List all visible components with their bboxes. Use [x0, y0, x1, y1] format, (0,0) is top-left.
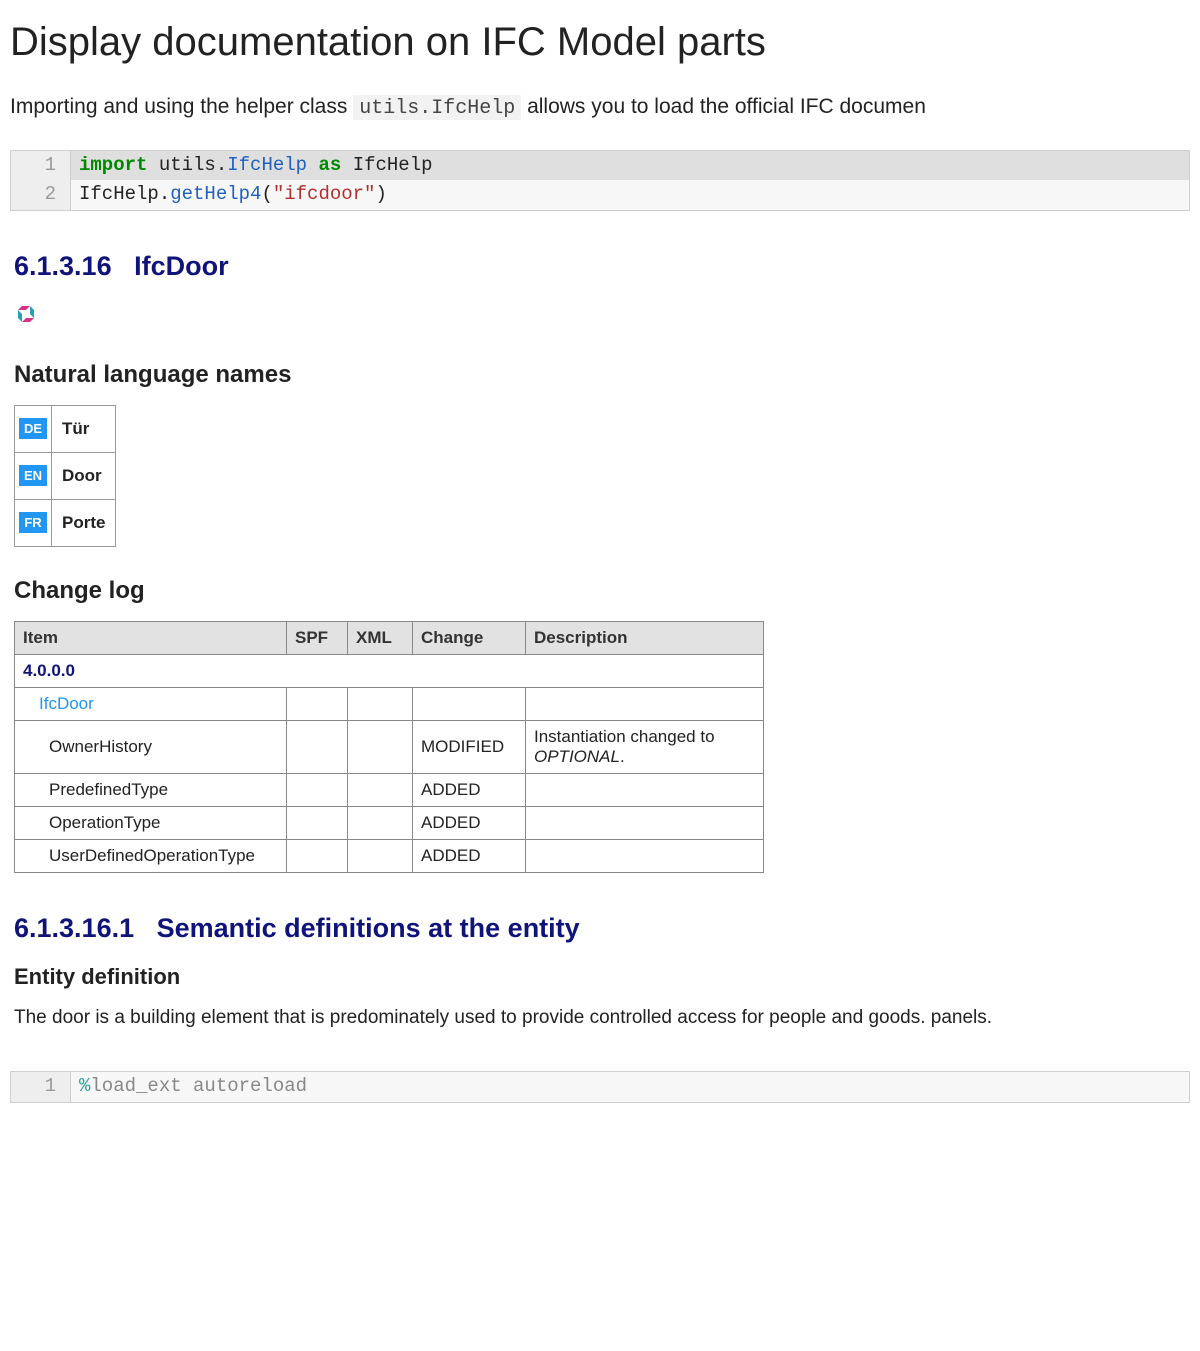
intro-prefix: Importing and using the helper class — [10, 95, 353, 118]
xml-cell — [348, 839, 413, 872]
desc-cell — [526, 839, 764, 872]
lang-badge-fr: FR — [19, 512, 47, 533]
section-number: 6.1.3.16.1 — [14, 913, 134, 943]
lang-badge-de: DE — [19, 418, 47, 439]
table-row: EN Door — [15, 452, 116, 499]
spf-cell — [287, 687, 348, 720]
desc-text: Instantiation changed to — [534, 727, 715, 746]
intro-paragraph: Importing and using the helper class uti… — [10, 95, 1190, 120]
spf-cell — [287, 773, 348, 806]
token-plain: IfcHelp — [353, 154, 433, 176]
xml-cell — [348, 687, 413, 720]
token-plain: IfcHelp. — [79, 183, 170, 205]
section-number: 6.1.3.16 — [14, 251, 112, 281]
table-row: OwnerHistory MODIFIED Instantiation chan… — [15, 720, 764, 773]
lang-name-cell: Porte — [52, 499, 116, 546]
lang-badge-en: EN — [19, 465, 47, 486]
token-function: getHelp4 — [170, 183, 261, 205]
lang-code-cell: FR — [15, 499, 52, 546]
table-row: UserDefinedOperationType ADDED — [15, 839, 764, 872]
section-name: IfcDoor — [134, 251, 229, 281]
col-change: Change — [413, 621, 526, 654]
change-cell: MODIFIED — [413, 720, 526, 773]
code-line: IfcHelp.getHelp4("ifcdoor") — [71, 180, 387, 209]
lang-name-cell: Door — [52, 452, 116, 499]
token-string: "ifcdoor" — [273, 183, 376, 205]
lang-name-cell: Tür — [52, 405, 116, 452]
language-table: DE Tür EN Door FR Porte — [14, 405, 116, 547]
version-cell: 4.0.0.0 — [15, 654, 764, 687]
semantic-section-heading: 6.1.3.16.1 Semantic definitions at the e… — [14, 913, 1190, 944]
change-cell — [413, 687, 526, 720]
code-line: %load_ext autoreload — [71, 1072, 307, 1101]
code-line: import utils.IfcHelp as IfcHelp — [71, 151, 433, 180]
spf-cell — [287, 720, 348, 773]
page-title: Display documentation on IFC Model parts — [10, 20, 1190, 65]
token-plain: utils. — [159, 154, 227, 176]
col-description: Description — [526, 621, 764, 654]
change-log-heading: Change log — [14, 577, 1190, 605]
desc-text: . — [620, 747, 625, 766]
entity-link-icon[interactable] — [14, 302, 38, 326]
doc-output: 6.1.3.16 IfcDoor Natural language names … — [10, 251, 1190, 1032]
change-cell: ADDED — [413, 839, 526, 872]
table-row: PredefinedType ADDED — [15, 773, 764, 806]
token-keyword: import — [79, 154, 147, 176]
spf-cell — [287, 806, 348, 839]
table-row: FR Porte — [15, 499, 116, 546]
xml-cell — [348, 773, 413, 806]
item-cell: OperationType — [15, 806, 287, 839]
col-item: Item — [15, 621, 287, 654]
code-cell-1[interactable]: 1 import utils.IfcHelp as IfcHelp 2 IfcH… — [10, 150, 1190, 211]
line-number: 1 — [11, 1072, 71, 1101]
lang-code-cell: DE — [15, 405, 52, 452]
token-magic: % — [79, 1075, 90, 1097]
xml-cell — [348, 720, 413, 773]
entity-definition-body: The door is a building element that is p… — [14, 1004, 1190, 1032]
desc-cell — [526, 773, 764, 806]
desc-cell — [526, 806, 764, 839]
natural-language-heading: Natural language names — [14, 361, 1190, 389]
xml-cell — [348, 806, 413, 839]
item-cell: OwnerHistory — [15, 720, 287, 773]
lang-code-cell: EN — [15, 452, 52, 499]
token-keyword: as — [318, 154, 341, 176]
table-row: DE Tür — [15, 405, 116, 452]
token-plain: ( — [261, 183, 272, 205]
intro-suffix: allows you to load the official IFC docu… — [521, 95, 926, 118]
intro-code: utils.IfcHelp — [353, 95, 521, 120]
table-header-row: Item SPF XML Change Description — [15, 621, 764, 654]
line-number: 1 — [11, 151, 71, 180]
desc-cell — [526, 687, 764, 720]
item-cell[interactable]: IfcDoor — [15, 687, 287, 720]
col-spf: SPF — [287, 621, 348, 654]
change-cell: ADDED — [413, 806, 526, 839]
token-plain: load_ext autoreload — [90, 1075, 307, 1097]
section-name: Semantic definitions at the entity — [157, 913, 580, 943]
section-heading: 6.1.3.16 IfcDoor — [14, 251, 1190, 282]
entity-definition-heading: Entity definition — [14, 964, 1190, 990]
table-row: 4.0.0.0 — [15, 654, 764, 687]
col-xml: XML — [348, 621, 413, 654]
table-row: IfcDoor — [15, 687, 764, 720]
item-cell: PredefinedType — [15, 773, 287, 806]
change-cell: ADDED — [413, 773, 526, 806]
line-number: 2 — [11, 180, 71, 209]
token-class: IfcHelp — [227, 154, 307, 176]
change-log-table: Item SPF XML Change Description 4.0.0.0 … — [14, 621, 764, 873]
spf-cell — [287, 839, 348, 872]
desc-cell: Instantiation changed to OPTIONAL. — [526, 720, 764, 773]
desc-emphasis: OPTIONAL — [534, 747, 620, 766]
token-plain: ) — [375, 183, 386, 205]
table-row: OperationType ADDED — [15, 806, 764, 839]
item-cell: UserDefinedOperationType — [15, 839, 287, 872]
code-cell-2[interactable]: 1 %load_ext autoreload — [10, 1071, 1190, 1102]
